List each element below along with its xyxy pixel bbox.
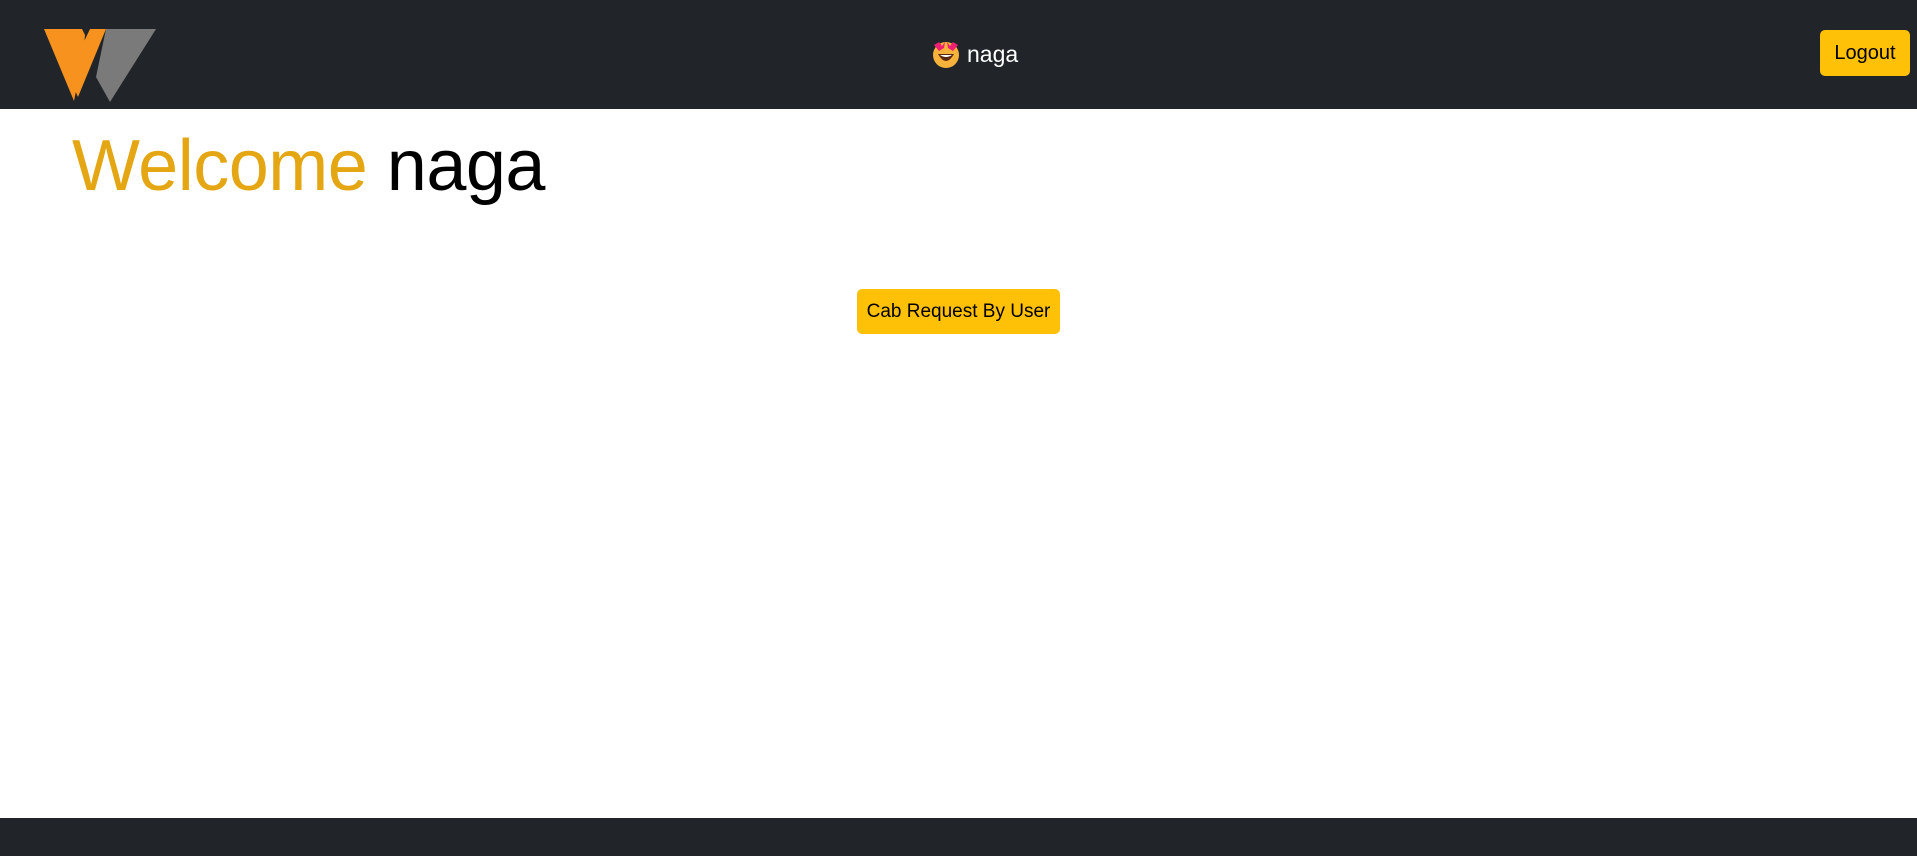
star-struck-emoji-icon [933, 42, 959, 68]
welcome-heading: Welcome naga [72, 118, 545, 214]
welcome-username: naga [386, 126, 546, 206]
page: naga Logout Welcome naga Cab Request By … [0, 0, 1917, 857]
brand-logo-link[interactable] [44, 27, 156, 102]
cab-request-button[interactable]: Cab Request By User [857, 289, 1060, 334]
footer [0, 818, 1917, 856]
navbar: naga Logout [0, 0, 1917, 109]
welcome-word: Welcome [72, 126, 368, 206]
logout-button[interactable]: Logout [1820, 30, 1910, 76]
username-label: naga [967, 40, 1019, 67]
brand-logo-icon [44, 29, 156, 102]
user-info: naga [931, 38, 1018, 70]
